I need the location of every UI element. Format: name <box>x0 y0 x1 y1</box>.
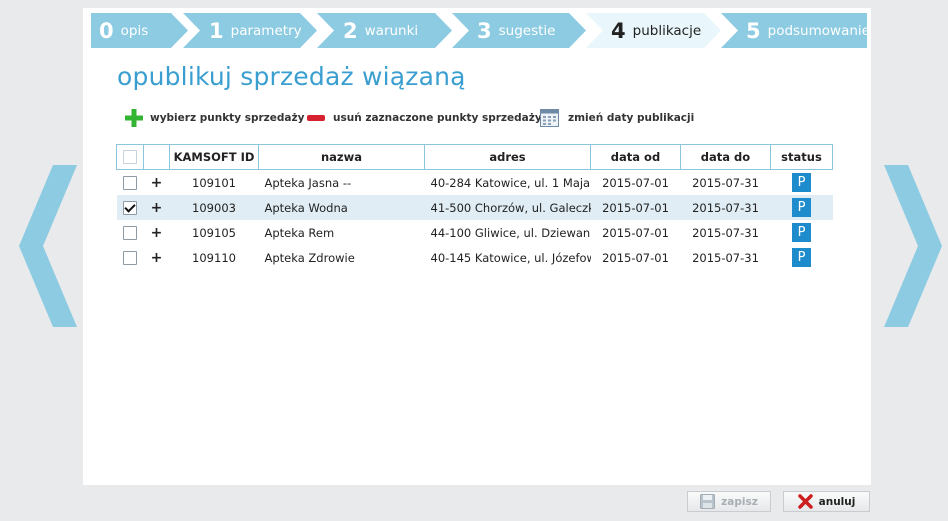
step-label: parametry <box>230 22 302 39</box>
page-title: opublikuj sprzedaż wiązaną <box>117 62 466 91</box>
status-badge[interactable]: P <box>792 223 811 242</box>
table-row[interactable]: + 109101 Apteka Jasna -- 40-284 Katowice… <box>117 170 833 196</box>
status-badge[interactable]: P <box>792 248 811 267</box>
cell-name: Apteka Jasna -- <box>264 175 352 190</box>
expand-icon[interactable]: + <box>151 175 163 191</box>
select-all-checkbox[interactable] <box>123 150 137 165</box>
step-warunki[interactable]: 2 warunki <box>317 13 452 48</box>
cell-name: Apteka Zdrowie <box>264 250 355 265</box>
table-row[interactable]: + 109110 Apteka Zdrowie 40-145 Katowice,… <box>117 245 833 270</box>
header-data-do[interactable]: data do <box>680 144 771 170</box>
step-number: 5 <box>746 18 761 43</box>
step-label: sugestie <box>498 22 556 39</box>
cell-name: Apteka Rem <box>264 225 335 240</box>
change-dates-button[interactable]: zmień daty publikacji <box>540 108 694 128</box>
cell-date-from: 2015-07-01 <box>602 225 669 240</box>
cell-date-from: 2015-07-01 <box>602 250 669 265</box>
table-header: KAMSOFT ID nazwa adres data od data do s… <box>116 144 833 170</box>
remove-points-button[interactable]: usuń zaznaczone punkty sprzedaży <box>307 108 542 128</box>
chevron-right-icon[interactable] <box>884 165 942 327</box>
cell-id: 109003 <box>169 195 259 220</box>
step-parametry[interactable]: 1 parametry <box>183 13 317 48</box>
step-number: 3 <box>477 18 492 43</box>
cell-date-to: 2015-07-31 <box>680 195 771 220</box>
cell-address: 41-500 Chorzów, ul. Galeczki 3 <box>424 195 591 220</box>
expand-icon[interactable]: + <box>151 250 163 266</box>
step-opis[interactable]: 0 opis <box>91 13 188 48</box>
step-number: 4 <box>611 18 626 43</box>
table-row[interactable]: + 109003 Apteka Wodna 41-500 Chorzów, ul… <box>116 195 833 220</box>
expand-header <box>143 144 170 170</box>
cell-date-to: 2015-07-31 <box>692 225 759 240</box>
header-status[interactable]: status <box>770 144 833 170</box>
step-label: opis <box>120 22 149 39</box>
cell-date-to: 2015-07-31 <box>692 175 759 190</box>
select-all-header[interactable] <box>116 144 144 170</box>
step-label: podsumowanie <box>767 22 870 39</box>
cell-date-from: 2015-07-01 <box>602 175 669 190</box>
table-row[interactable]: + 109105 Apteka Rem 44-100 Gliwice, ul. … <box>117 220 833 245</box>
step-label: publikacje <box>632 22 702 39</box>
remove-points-label: usuń zaznaczone punkty sprzedaży <box>333 112 542 124</box>
add-points-button[interactable]: wybierz punkty sprzedaży <box>125 108 304 128</box>
calendar-icon <box>540 109 559 127</box>
step-number: 2 <box>343 18 358 43</box>
step-number: 1 <box>209 18 224 43</box>
cell-address: 40-284 Katowice, ul. 1 Maja 22 <box>430 175 591 190</box>
cell-address: 40-145 Katowice, ul. Józefows <box>430 250 591 265</box>
cell-date-from: 2015-07-01 <box>590 195 681 220</box>
row-checkbox[interactable] <box>123 175 137 190</box>
floppy-disk-icon <box>700 494 716 509</box>
expand-icon[interactable]: + <box>151 225 163 241</box>
minus-icon <box>307 114 325 122</box>
save-button[interactable]: zapisz <box>687 491 771 512</box>
cell-id: 109105 <box>192 225 236 240</box>
row-checkbox[interactable] <box>123 225 137 240</box>
plus-icon <box>125 109 143 127</box>
cancel-button[interactable]: anuluj <box>783 491 870 512</box>
wizard-steps: 0 opis 1 parametry 2 warunki 3 sugestie … <box>91 13 867 48</box>
header-kamsoft-id[interactable]: KAMSOFT ID <box>169 144 259 170</box>
expand-icon[interactable]: + <box>151 200 163 216</box>
cell-name: Apteka Wodna <box>258 195 425 220</box>
step-podsumowanie[interactable]: 5 podsumowanie <box>721 13 867 48</box>
cell-id: 109110 <box>192 250 236 265</box>
status-badge[interactable]: P <box>792 173 811 192</box>
step-sugestie[interactable]: 3 sugestie <box>452 13 586 48</box>
close-icon <box>797 494 813 509</box>
row-checkbox[interactable] <box>123 200 137 215</box>
step-label: warunki <box>364 22 419 39</box>
row-checkbox[interactable] <box>123 250 137 265</box>
change-dates-label: zmień daty publikacji <box>568 112 695 124</box>
step-publikacje[interactable]: 4 publikacje <box>586 13 721 48</box>
cell-address: 44-100 Gliwice, ul. Dziewanny <box>430 225 591 240</box>
chevron-left-icon[interactable] <box>19 165 77 327</box>
cell-date-to: 2015-07-31 <box>692 250 759 265</box>
add-points-label: wybierz punkty sprzedaży <box>150 112 305 124</box>
header-data-od[interactable]: data od <box>590 144 681 170</box>
publication-table: KAMSOFT ID nazwa adres data od data do s… <box>116 144 833 270</box>
cell-id: 109101 <box>192 175 236 190</box>
step-number: 0 <box>99 18 114 43</box>
header-adres[interactable]: adres <box>424 144 591 170</box>
header-nazwa[interactable]: nazwa <box>258 144 425 170</box>
cancel-label: anuluj <box>818 495 856 508</box>
save-label: zapisz <box>721 495 758 508</box>
status-badge[interactable]: P <box>792 198 811 217</box>
